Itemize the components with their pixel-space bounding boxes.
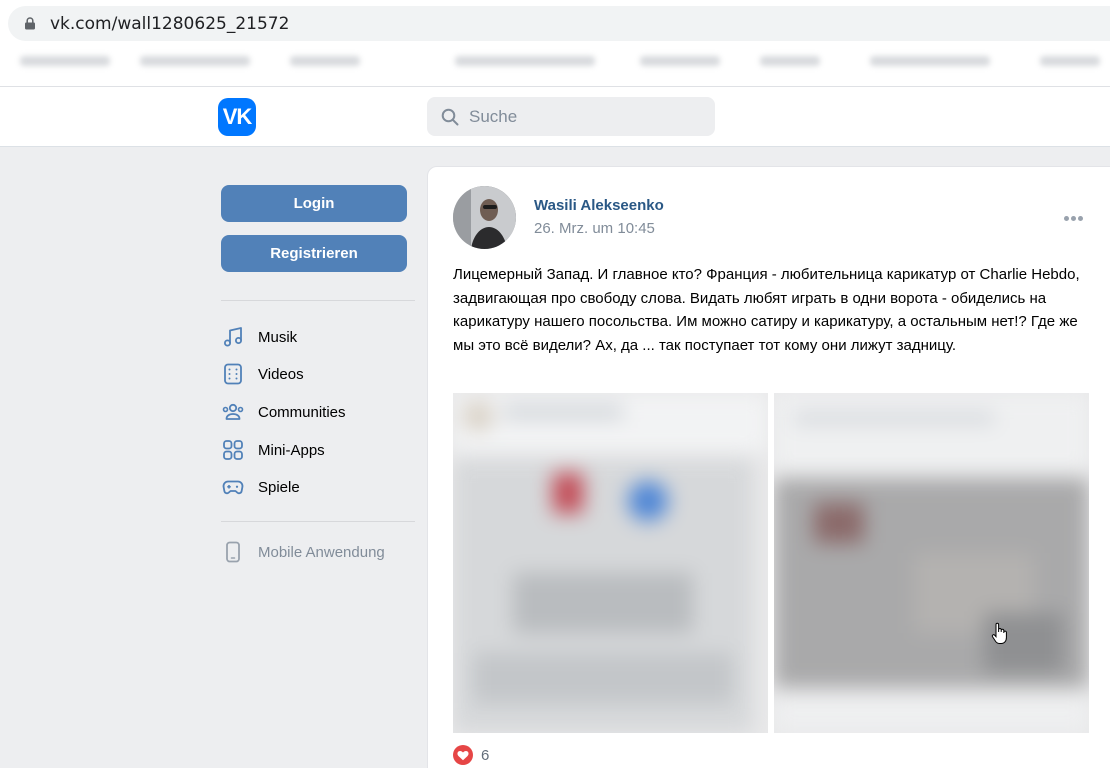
apps-grid-icon <box>223 440 243 460</box>
browser-toolbar: vk.com/wall1280625_21572 <box>0 0 1110 86</box>
sidebar-item-games[interactable]: Spiele <box>221 471 415 503</box>
post-date[interactable]: 26. Mrz. um 10:45 <box>534 220 655 237</box>
sidebar-item-label: Mobile Anwendung <box>258 543 385 561</box>
post-image-2[interactable] <box>774 393 1089 733</box>
sidebar-item-mobile-app[interactable]: Mobile Anwendung <box>221 536 415 568</box>
sidebar-item-communities[interactable]: Communities <box>221 396 415 428</box>
avatar-photo <box>453 186 516 249</box>
bookmarks-bar <box>0 50 1110 74</box>
sidebar-item-label: Mini-Apps <box>258 441 325 459</box>
mobile-phone-icon <box>226 541 240 563</box>
sidebar-divider <box>221 521 415 522</box>
sidebar-divider <box>221 300 415 301</box>
search-box[interactable] <box>427 97 715 136</box>
avatar[interactable] <box>453 186 516 249</box>
post-text: Лицемерный Запад. И главное кто? Франция… <box>453 266 1080 355</box>
sidebar-item-label: Communities <box>258 403 346 421</box>
vk-logo[interactable]: VK <box>218 98 256 136</box>
search-icon <box>441 108 459 126</box>
like-count: 6 <box>481 746 490 764</box>
sidebar-item-label: Musik <box>258 328 298 346</box>
lock-icon <box>25 17 35 30</box>
heart-icon <box>453 745 473 765</box>
wall-post: Wasili Alekseenko 26. Mrz. um 10:45 Лице… <box>427 166 1110 768</box>
url-text[interactable]: vk.com/wall1280625_21572 <box>50 14 289 34</box>
address-bar[interactable]: vk.com/wall1280625_21572 <box>8 6 1110 41</box>
register-button[interactable]: Registrieren <box>221 235 407 272</box>
post-author[interactable]: Wasili Alekseenko <box>534 197 664 214</box>
login-button[interactable]: Login <box>221 185 407 222</box>
sidebar-item-music[interactable]: Musik <box>221 321 415 353</box>
like-button[interactable]: 6 <box>453 745 489 765</box>
music-note-icon <box>224 327 242 347</box>
video-film-icon <box>224 363 242 385</box>
sidebar-item-videos[interactable]: Videos <box>221 358 415 390</box>
site-header: VK <box>0 87 1110 147</box>
sidebar-item-mini-apps[interactable]: Mini-Apps <box>221 434 415 466</box>
users-icon <box>222 403 244 420</box>
search-input[interactable] <box>469 97 709 136</box>
post-image-1[interactable] <box>453 393 768 733</box>
sidebar-item-label: Videos <box>258 365 304 383</box>
more-options-icon[interactable] <box>1064 208 1088 221</box>
hand-cursor-icon <box>991 622 1007 644</box>
sidebar-item-label: Spiele <box>258 478 300 496</box>
gamepad-icon <box>222 480 244 495</box>
